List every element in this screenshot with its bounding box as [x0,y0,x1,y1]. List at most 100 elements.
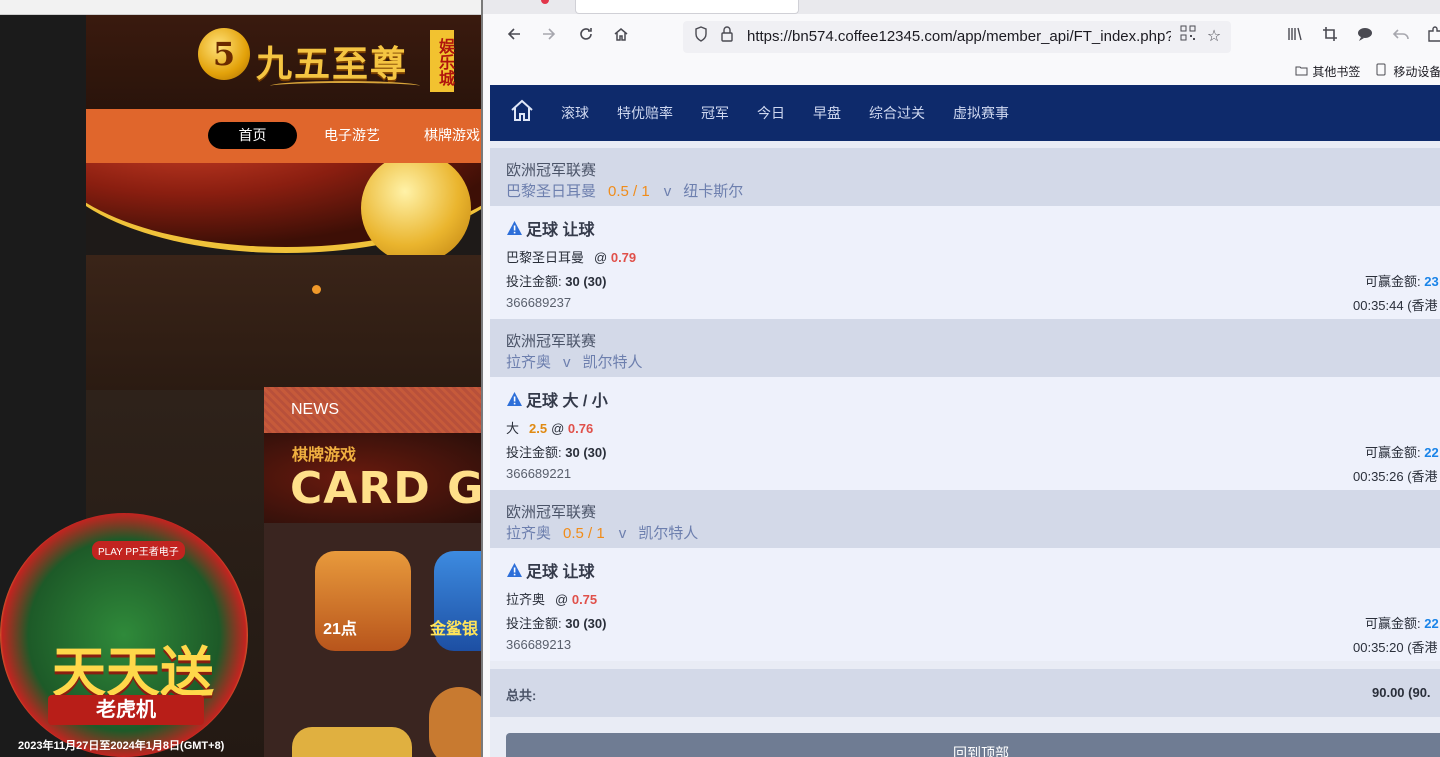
match-teams: 巴黎圣日耳曼 0.5 / 1 v 纽卡斯尔 [506,180,743,201]
active-tab[interactable] [575,0,799,14]
bet-type: 足球 让球 [506,558,594,582]
site-nav: 首页 电子游艺 棋牌游戏 [86,109,481,163]
nav-special-odds[interactable]: 特优赔率 [617,85,673,141]
odds-value: 0.75 [571,592,598,607]
potential-win: 可赢金额: 22 [1365,613,1439,632]
news-heading: NEWS [264,387,481,433]
league-name: 欧洲冠军联赛 [506,333,597,350]
arrow-left-icon[interactable] [502,25,526,49]
back-to-top-button[interactable]: 回到顶部 [506,733,1440,757]
tab-strip [483,0,1440,14]
stake: 投注金额: 30 (30) [506,613,606,632]
bet-slip-content: 欧洲冠军联赛 巴黎圣日耳曼 0.5 / 1 v 纽卡斯尔 足球 让球 巴黎圣日耳曼 @ … [490,141,1440,757]
bet-card: 足球 让球 巴黎圣日耳曼 @ 0.79 投注金额: 30 (30) 可赢金额: 2… [490,206,1440,319]
puzzle-icon[interactable] [1423,25,1440,49]
promo-brand: PLAY PP王者电子 [92,541,185,560]
potential-win: 可赢金额: 23 [1365,271,1439,290]
logo-emblem[interactable]: 5 [198,28,250,80]
crop-icon[interactable] [1318,25,1342,49]
site-header: 5 九五至尊 娱乐城 [86,15,481,109]
nav-home[interactable]: 首页 [208,122,297,149]
home-icon[interactable] [508,97,536,127]
match-teams: 拉齐奥 v 凯尔特人 [506,351,643,372]
pick-side: 大 [506,421,520,436]
undo-icon[interactable] [1389,25,1413,49]
bookmarks-bar: 其他书签 移动设备上 [483,60,1440,84]
stake-value: 30 (30) [565,616,607,631]
nav-card-games[interactable]: 棋牌游戏 [424,122,480,149]
browser-window: https://bn574.coffee12345.com/app/member… [481,0,1440,757]
reload-icon[interactable] [574,25,598,49]
promo-ribbon: 老虎机 [48,695,204,725]
match-header: 欧洲冠军联赛 拉齐奥 v 凯尔特人 [490,319,1440,377]
game-tile-shark[interactable]: 金鲨银 [430,551,481,651]
bookmark-label: 其他书签 [1312,65,1361,79]
game-tile-blackjack[interactable]: 21点 [315,551,411,651]
stake-label: 投注金额: [506,616,562,631]
bookmark-mobile[interactable]: 移动设备上 [1376,62,1440,82]
win-value: 22 [1424,445,1439,460]
bet-type-label: 足球 让球 [526,222,595,239]
logo-title[interactable]: 九五至尊 [256,35,408,87]
away-team: 凯尔特人 [638,525,699,542]
handicap: 0.5 / 1 [608,183,650,200]
win-value: 22 [1424,616,1439,631]
bet-time: 00:35:26 (香港 [1353,469,1438,484]
url-text[interactable]: https://bn574.coffee12345.com/app/member… [747,21,1171,53]
stake-label: 投注金额: [506,445,562,460]
left-window-top-strip [0,0,481,15]
card-game-banner[interactable]: 棋牌游戏 CARD GAM [264,433,481,523]
game-tile-partial[interactable] [292,727,412,757]
sports-nav: 滚球 特优赔率 冠军 今日 早盘 综合过关 虚拟赛事 [490,85,1440,141]
home-team: 拉齐奥 [506,354,552,371]
library-icon[interactable] [1283,25,1307,49]
odds-value: 0.79 [610,250,637,265]
bet-type-label: 足球 让球 [526,564,595,581]
url-bar[interactable]: https://bn574.coffee12345.com/app/member… [683,21,1231,53]
ticket-number: 366689213 [506,637,572,652]
hero-banner[interactable] [86,163,481,255]
handicap: 0.5 / 1 [563,525,605,542]
carousel-dot[interactable] [312,285,321,294]
stake-label: 投注金额: [506,274,562,289]
at-sign: @ [555,592,569,607]
at-sign: @ [594,250,608,265]
nav-live[interactable]: 滚球 [561,85,589,141]
qr-code-icon[interactable] [1177,25,1199,49]
lock-icon[interactable] [717,25,737,49]
home-team: 拉齐奥 [506,525,552,542]
bet-card: 足球 让球 拉齐奥 @ 0.75 投注金额: 30 (30) 可赢金额: 22 3… [490,548,1440,661]
bet-type-label: 足球 大 / 小 [526,393,608,410]
stake: 投注金额: 30 (30) [506,442,606,461]
home-icon[interactable] [609,25,633,49]
pick-team: 巴黎圣日耳曼 [506,250,585,265]
nav-today[interactable]: 今日 [757,85,785,141]
bet-selection: 拉齐奥 @ 0.75 [506,589,597,608]
arrow-right-icon[interactable] [537,25,561,49]
star-icon[interactable]: ☆ [1203,25,1225,49]
win-label: 可赢金额: [1365,445,1421,460]
versus: v [663,183,672,200]
odds-value: 0.76 [567,421,594,436]
ticket-number: 366689221 [506,466,572,481]
nav-slots[interactable]: 电子游艺 [324,122,380,149]
nav-virtual[interactable]: 虚拟赛事 [953,85,1009,141]
bet-type: 足球 让球 [506,216,594,240]
game-tile-partial[interactable] [429,687,481,757]
shield-icon[interactable] [691,25,711,49]
stake: 投注金额: 30 (30) [506,271,606,290]
bookmark-other[interactable]: 其他书签 [1295,62,1360,82]
nav-champion[interactable]: 冠军 [701,85,729,141]
logo-subtitle: 娱乐城 [430,30,454,92]
chat-icon[interactable] [1353,25,1377,49]
versus: v [618,525,627,542]
promo-badge[interactable]: PLAY PP王者电子 天天送 老虎机 2023年11月27日至2024年1月8… [0,513,248,757]
nav-parlay[interactable]: 综合过关 [869,85,925,141]
versus: v [563,354,571,371]
stake-value: 30 (30) [565,445,607,460]
win-label: 可赢金额: [1365,274,1421,289]
bet-type: 足球 大 / 小 [506,387,608,411]
bet-selection: 巴黎圣日耳曼 @ 0.79 [506,247,636,266]
ticket-number: 366689237 [506,295,572,310]
nav-early[interactable]: 早盘 [813,85,841,141]
